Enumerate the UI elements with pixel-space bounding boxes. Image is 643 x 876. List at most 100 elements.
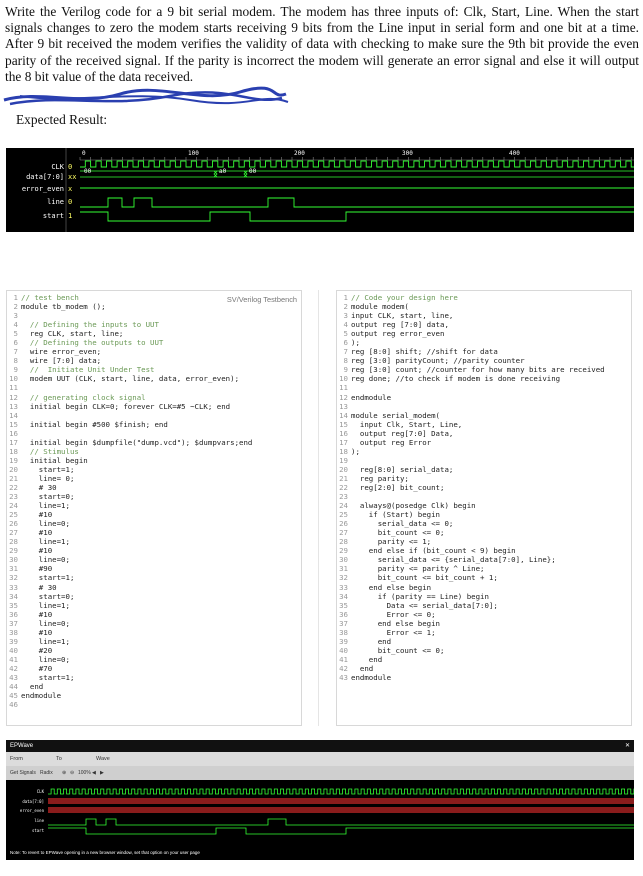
menu-from[interactable]: From xyxy=(10,756,23,762)
code-text: serial_data <= 0; xyxy=(351,519,454,529)
code-line: 44 end xyxy=(7,682,301,691)
code-line: 1// Code your design here xyxy=(337,293,631,302)
code-line: 36 Error <= 0; xyxy=(337,610,631,619)
code-text: #10 xyxy=(21,528,53,538)
line-number: 20 xyxy=(9,464,18,474)
ep-signal-clk: CLK xyxy=(36,789,44,794)
line-number: 43 xyxy=(339,672,348,682)
code-text: // test bench xyxy=(21,293,79,302)
code-line: 19 initial begin xyxy=(7,456,301,465)
signal-label-line: line xyxy=(47,198,64,206)
zoom-out-icon[interactable]: ⊖ xyxy=(70,770,74,776)
line-number: 19 xyxy=(9,455,18,465)
line-number: 20 xyxy=(339,464,348,474)
line-number: 21 xyxy=(9,473,18,483)
line-number: 17 xyxy=(339,437,348,447)
line-number: 1 xyxy=(13,293,18,302)
line-number: 11 xyxy=(339,383,348,393)
testbench-editor[interactable]: SV/Verilog Testbench 1// test bench 2 modu… xyxy=(6,290,302,726)
code-text: // Stimulus xyxy=(21,446,79,456)
line-number: 26 xyxy=(9,519,18,529)
code-line: 37 line=0; xyxy=(7,619,301,628)
menu-to[interactable]: To xyxy=(56,756,62,762)
line-number: 21 xyxy=(339,473,348,483)
code-text: start=1; xyxy=(21,573,75,583)
code-line: 21 line= 0; xyxy=(7,474,301,483)
zoom-in-icon[interactable]: ⊕ xyxy=(62,770,66,776)
code-text: ); xyxy=(351,338,360,348)
code-text: end xyxy=(351,654,383,664)
code-line: 5 reg CLK, start, line; xyxy=(7,329,301,338)
radix-button[interactable]: Radix xyxy=(40,770,53,776)
code-text: // Initiate Unit Under Test xyxy=(21,365,155,375)
code-text: #70 xyxy=(21,663,53,673)
code-text: Error <= 0; xyxy=(351,609,436,619)
code-line: 41 line=0; xyxy=(7,655,301,664)
code-text: output reg[7:0] Data, xyxy=(351,428,454,438)
line-number: 32 xyxy=(9,573,18,583)
design-editor[interactable]: 1// Code your design here 2 module modem(3… xyxy=(336,290,632,726)
nav-left-icon[interactable]: ◀ xyxy=(92,770,96,776)
code-line: 4 // Defining the inputs to UUT xyxy=(7,320,301,329)
zoom-level[interactable]: 100% xyxy=(78,770,91,776)
code-text: bit_count <= bit_count + 1; xyxy=(351,573,498,583)
code-line: 17 initial begin $dumpfile("dump.vcd"); … xyxy=(7,438,301,447)
time-marker-100: 100 xyxy=(188,150,199,157)
code-line: 10 modem UUT (CLK, start, line, data, er… xyxy=(7,374,301,383)
code-text: start=1; xyxy=(21,672,75,682)
menu-wave[interactable]: Wave xyxy=(96,756,110,762)
line-number: 34 xyxy=(9,591,18,601)
code-line: 23 start=0; xyxy=(7,492,301,501)
code-text: // Defining the inputs to UUT xyxy=(21,320,159,330)
line-number: 34 xyxy=(339,591,348,601)
get-signals-button[interactable]: Get Signals xyxy=(10,770,36,776)
code-line: 14 module serial_modem( xyxy=(337,411,631,420)
line-number: 4 xyxy=(13,320,18,330)
code-line: 30 line=0; xyxy=(7,555,301,564)
panel-divider[interactable] xyxy=(318,290,319,726)
code-text: line= 0; xyxy=(21,473,75,483)
code-line: 37 end else begin xyxy=(337,619,631,628)
code-text: // Code your design here xyxy=(351,293,458,302)
line-number: 25 xyxy=(9,510,18,520)
code-text: initial begin xyxy=(21,455,88,465)
code-text: #10 xyxy=(21,546,53,556)
line-number: 24 xyxy=(9,501,18,511)
code-text: start=0; xyxy=(21,591,75,601)
nav-right-icon[interactable]: ▶ xyxy=(100,770,104,776)
close-icon[interactable]: ✕ xyxy=(625,740,630,752)
code-line: 29 #10 xyxy=(7,546,301,555)
line-number: 2 xyxy=(13,302,18,312)
code-text: if (Start) begin xyxy=(351,510,440,520)
code-line: 23 xyxy=(337,492,631,501)
line-number: 11 xyxy=(9,383,18,393)
code-line: 24 line=1; xyxy=(7,501,301,510)
line-number: 16 xyxy=(339,428,348,438)
code-text: wire error_even; xyxy=(21,347,102,357)
signal-value-start: 1 xyxy=(68,212,73,220)
ep-signal-start: start xyxy=(31,828,44,833)
time-marker-400: 400 xyxy=(509,150,520,157)
line-number: 23 xyxy=(9,492,18,502)
code-line: 25 #10 xyxy=(7,510,301,519)
code-text: ); xyxy=(351,446,360,456)
code-line: 22 reg[2:0] bit_count; xyxy=(337,483,631,492)
line-number: 28 xyxy=(339,537,348,547)
expected-result-label: Expected Result: xyxy=(16,112,108,127)
bus-value-1: 00 xyxy=(84,168,92,175)
code-text: #10 xyxy=(21,609,53,619)
line-number: 33 xyxy=(9,582,18,592)
line-number: 30 xyxy=(9,555,18,565)
code-line: 2 module modem( xyxy=(337,302,631,311)
signal-value-clk: 0 xyxy=(68,163,73,171)
line-number: 40 xyxy=(9,645,18,655)
code-line: 3 input CLK, start, line, xyxy=(337,311,631,320)
line-number: 31 xyxy=(339,564,348,574)
code-line: 28 parity <= 1; xyxy=(337,537,631,546)
code-text: module serial_modem( xyxy=(351,410,440,420)
code-line: 15 initial begin #500 $finish; end xyxy=(7,420,301,429)
code-line: 18); xyxy=(337,447,631,456)
code-line: 46 xyxy=(7,700,301,709)
code-line: 30 serial_data <= {serial_data[7:0], Lin… xyxy=(337,555,631,564)
signal-value-line: 0 xyxy=(68,198,73,206)
